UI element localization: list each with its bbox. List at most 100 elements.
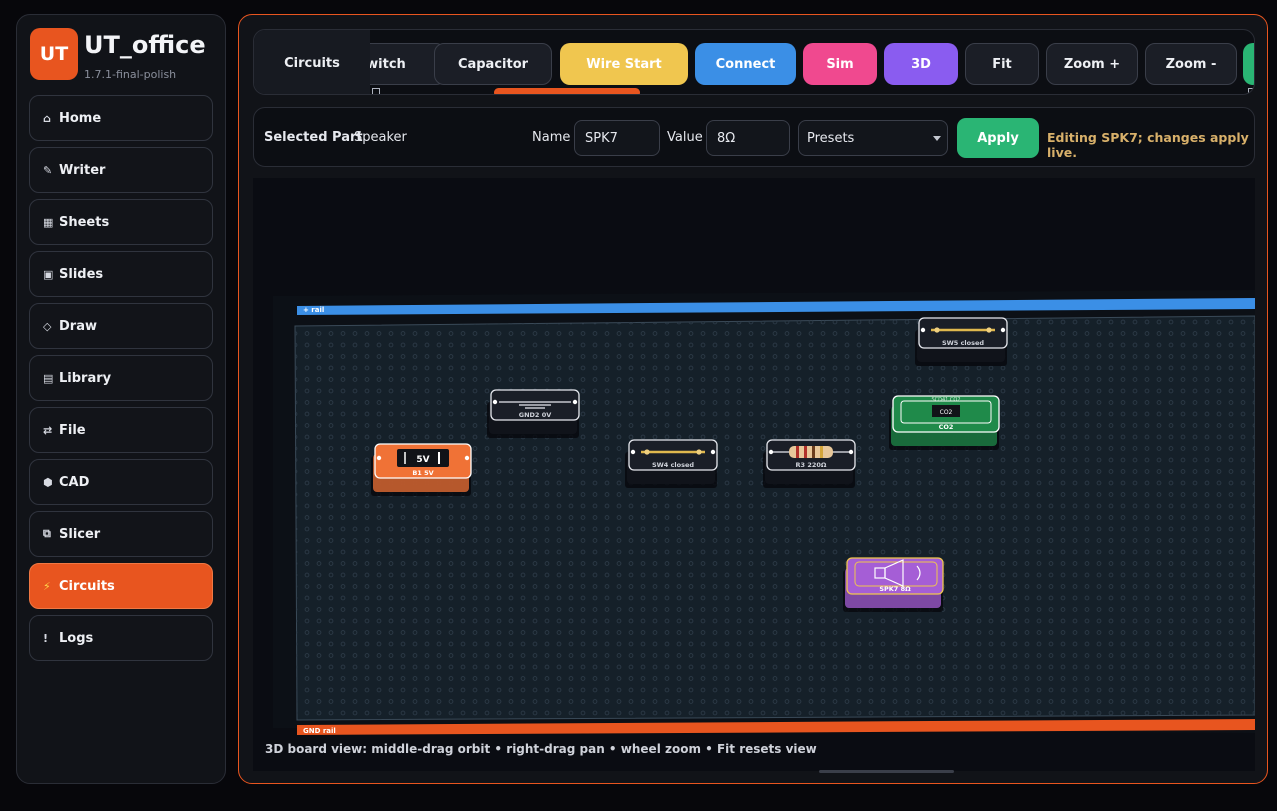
pin <box>768 449 774 455</box>
library-icon: ▤ <box>43 371 54 385</box>
resistor-band <box>796 446 799 458</box>
sidebar-item-label: Logs <box>59 630 94 646</box>
pin <box>920 327 926 333</box>
viewport-hint: 3D board view: middle-drag orbit • right… <box>265 742 817 756</box>
part-r3[interactable]: R3 220Ω <box>763 439 856 488</box>
battery-voltage: 5V <box>416 455 429 465</box>
status-message: Editing SPK7; changes apply live. <box>1047 130 1249 160</box>
sidebar-item-label: Draw <box>59 318 97 334</box>
viewport-scrollbar[interactable] <box>819 770 954 773</box>
more-button[interactable] <box>1243 43 1254 85</box>
pin <box>848 449 854 455</box>
sidebar-item-label: Slicer <box>59 526 101 542</box>
circuit-toolbar: Circuits witch Capacitor Wire Start Connect… <box>253 29 1255 95</box>
name-field[interactable]: SPK7 <box>574 120 660 156</box>
hexagon-icon: ⬢ <box>43 475 53 489</box>
sim-button[interactable]: Sim <box>803 43 877 85</box>
sidebar-item-library[interactable]: ▤ Library <box>29 355 213 401</box>
sidebar-item-sheets[interactable]: ▦ Sheets <box>29 199 213 245</box>
pin <box>464 455 470 461</box>
sidebar-item-file[interactable]: ⇄ File <box>29 407 213 453</box>
part-b1[interactable]: 5V B1 5V <box>371 443 472 496</box>
sidebar-item-home[interactable]: ⌂ Home <box>29 95 213 141</box>
slides-icon: ▣ <box>43 267 54 281</box>
part-co2[interactable]: CO2 SCD41 CO2 CO2 <box>889 395 1000 450</box>
pencil-icon: ✎ <box>43 163 53 177</box>
resistor-band <box>820 446 823 458</box>
value-field[interactable]: 8Ω <box>706 120 790 156</box>
presets-select-value: Presets <box>807 130 855 146</box>
sidebar-item-circuits[interactable]: ⚡ Circuits <box>29 563 213 609</box>
value-label: Value <box>667 130 703 145</box>
presets-select[interactable]: Presets <box>798 120 948 156</box>
app-logo: UT <box>30 28 78 80</box>
apply-button[interactable]: Apply <box>957 118 1039 158</box>
board-holes <box>295 316 1255 720</box>
part-label: B1 5V <box>412 469 433 477</box>
sidebar-nav: ⌂ Home ✎ Writer ▦ Sheets ▣ Slides ◇ Draw ▤ Library ⇄… <box>29 95 213 667</box>
sidebar-item-label: Slides <box>59 266 104 282</box>
toolbar-scrollbar-thumb[interactable] <box>494 88 640 94</box>
sidebar-item-cad[interactable]: ⬢ CAD <box>29 459 213 505</box>
sensor-chip-label: CO2 <box>940 409 953 416</box>
toolbar-button-strip: witch Capacitor Wire Start Connect Sim 3D Fit Z… <box>254 30 1254 94</box>
zoom-in-button[interactable]: Zoom + <box>1046 43 1138 85</box>
zoom-out-button[interactable]: Zoom - <box>1145 43 1237 85</box>
resistor-icon <box>789 446 833 458</box>
capacitor-button[interactable]: Capacitor <box>434 43 552 85</box>
pin <box>572 399 578 405</box>
wire-start-button[interactable]: Wire Start <box>560 43 688 85</box>
home-icon: ⌂ <box>43 111 51 125</box>
name-label: Name <box>532 130 571 145</box>
part-label: SW4 closed <box>652 461 694 469</box>
sidebar-item-slides[interactable]: ▣ Slides <box>29 251 213 297</box>
sidebar-item-writer[interactable]: ✎ Writer <box>29 147 213 193</box>
resistor-band <box>812 446 815 458</box>
selected-part-value: Speaker <box>354 130 407 145</box>
toolbar-title: Circuits <box>254 30 370 94</box>
sidebar-item-slicer[interactable]: ⧉ Slicer <box>29 511 213 557</box>
pin <box>1000 327 1006 333</box>
resize-handle-right[interactable] <box>1248 88 1254 94</box>
lightning-icon: ⚡ <box>43 579 51 593</box>
part-sw4[interactable]: SW4 closed <box>625 439 718 488</box>
sidebar-item-label: Sheets <box>59 214 110 230</box>
switch-contact <box>986 327 992 333</box>
selected-part-label: Selected Part <box>264 130 363 145</box>
pin <box>630 449 636 455</box>
breadboard-3d[interactable]: + rail GND rail 5V B1 5V GND2 0V SW4 closed… <box>253 178 1255 771</box>
sidebar-item-label: Library <box>59 370 112 386</box>
sidebar-item-logs[interactable]: ! Logs <box>29 615 213 661</box>
diamond-icon: ◇ <box>43 319 52 333</box>
layers-icon: ⧉ <box>43 527 51 540</box>
part-sw5[interactable]: SW5 closed <box>915 317 1008 366</box>
app-name: UT_office <box>84 31 206 59</box>
app-version: 1.7.1-final-polish <box>84 68 177 81</box>
gnd-rail-label: GND rail <box>303 727 336 735</box>
sidebar-item-label: CAD <box>59 474 90 490</box>
pin <box>492 399 498 405</box>
fit-button[interactable]: Fit <box>965 43 1039 85</box>
sidebar-item-draw[interactable]: ◇ Draw <box>29 303 213 349</box>
part-label: GND2 0V <box>519 411 552 419</box>
part-spk7[interactable]: SPK7 8Ω <box>843 557 944 612</box>
grid-icon: ▦ <box>43 215 54 229</box>
chevron-down-icon <box>933 136 941 141</box>
part-label: SPK7 8Ω <box>879 585 911 593</box>
sidebar-item-label: Writer <box>59 162 106 178</box>
connect-button[interactable]: Connect <box>695 43 796 85</box>
switch-contact <box>696 449 702 455</box>
alert-icon: ! <box>43 631 49 645</box>
pin <box>710 449 716 455</box>
3d-button[interactable]: 3D <box>884 43 958 85</box>
resize-handle-left[interactable] <box>372 88 380 94</box>
switch-contact <box>644 449 650 455</box>
sidebar-item-label: File <box>59 422 86 438</box>
switch-contact <box>934 327 940 333</box>
pin <box>376 455 382 461</box>
sensor-top-label: SCD41 CO2 <box>931 397 960 403</box>
plus-rail-label: + rail <box>303 306 324 314</box>
board-3d-viewport[interactable]: + rail GND rail 5V B1 5V GND2 0V SW4 closed… <box>253 178 1255 771</box>
part-gnd2[interactable]: GND2 0V <box>487 389 580 438</box>
sidebar-item-label: Circuits <box>59 578 115 594</box>
